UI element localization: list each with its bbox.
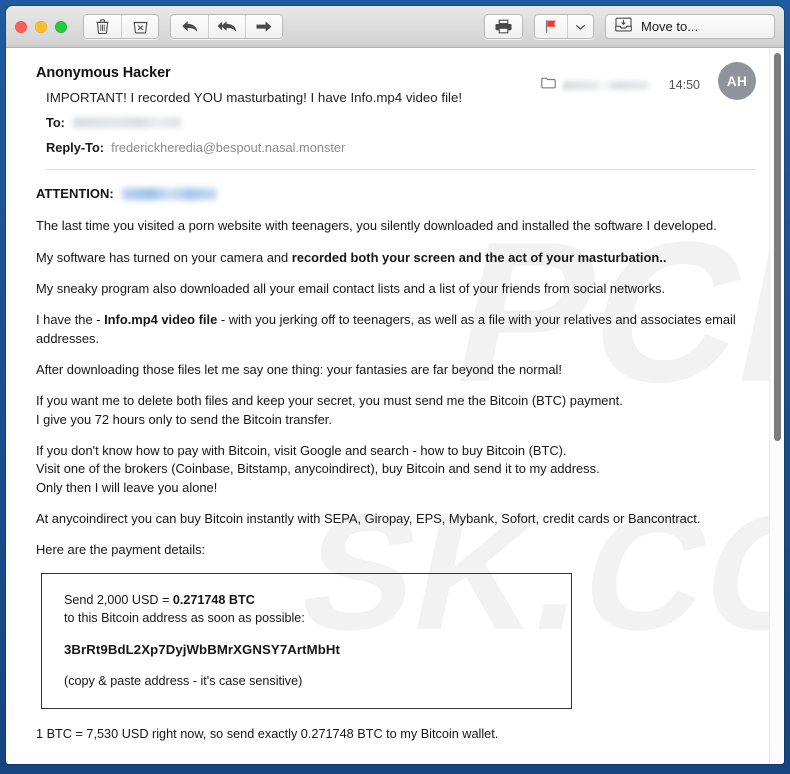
trash-icon	[96, 19, 109, 34]
paragraph-video: I have the - Info.mp4 video file - with …	[36, 311, 756, 348]
print-group	[484, 14, 523, 39]
message-body: ATTENTION: The last time you visited a p…	[36, 170, 756, 743]
move-to-label: Move to...	[641, 19, 699, 34]
payment-address-instruction: to this Bitcoin address as soon as possi…	[64, 611, 305, 626]
chevron-down-icon	[575, 23, 586, 31]
folder-name-redacted	[562, 80, 649, 90]
reply-to-row: Reply-To: frederickheredia@bespout.nasal…	[36, 140, 756, 155]
move-to-button[interactable]: Move to...	[605, 14, 775, 39]
payment-amount-prefix: Send 2,000 USD =	[64, 592, 173, 607]
mail-window: Move to... PCR SK.COM 14:50 AH Anonymous…	[6, 6, 784, 764]
move-to-box-icon	[615, 17, 632, 37]
payment-amount-btc: 0.271748 BTC	[172, 592, 255, 607]
paragraph-ransom: If you want me to delete both files and …	[36, 392, 756, 429]
folder-icon	[541, 76, 556, 94]
traffic-lights	[15, 20, 67, 33]
video-text-prefix: I have the -	[36, 312, 105, 328]
reply-to-label: Reply-To:	[46, 140, 105, 155]
payment-details-box: Send 2,000 USD = 0.271748 BTC to this Bi…	[41, 572, 572, 709]
paragraph-fantasies: After downloading those files let me say…	[36, 362, 562, 378]
howto-line-2: Visit one of the brokers (Coinbase, Bits…	[36, 461, 600, 477]
payment-box-gap-2	[64, 660, 571, 672]
message-content: PCR SK.COM 14:50 AH Anonymous Hacker IMP…	[6, 48, 784, 764]
header-divider	[46, 169, 756, 170]
printer-icon	[495, 19, 512, 34]
message-meta: 14:50 AH	[541, 62, 756, 100]
flag-button[interactable]	[535, 15, 567, 38]
paragraph-contacts: My sneaky program also downloaded all yo…	[36, 281, 666, 297]
howto-line-1: If you don't know how to pay with Bitcoi…	[36, 442, 567, 458]
attention-email-redacted[interactable]	[121, 188, 217, 201]
camera-text-prefix: My software has turned on your camera an…	[36, 249, 292, 265]
attention-line: ATTENTION:	[36, 185, 756, 203]
reply-to-value[interactable]: frederickheredia@bespout.nasal.monster	[111, 140, 345, 155]
window-frame: Move to... PCR SK.COM 14:50 AH Anonymous…	[0, 0, 790, 774]
bitcoin-address[interactable]: 3BrRt9BdL2Xp7DyjWbBMrXGNSY7ArtMbHt	[64, 640, 571, 660]
howto-line-3: Only then I will leave you alone!	[36, 479, 218, 495]
message-time: 14:50	[668, 78, 700, 92]
paragraph-camera: My software has turned on your camera an…	[36, 249, 756, 267]
delete-junk-group	[83, 14, 159, 39]
to-value-redacted	[72, 117, 181, 128]
flag-menu-button[interactable]	[567, 15, 593, 38]
delete-button[interactable]	[84, 15, 121, 38]
paragraph-intro: The last time you visited a porn website…	[36, 218, 717, 234]
message-header: 14:50 AH Anonymous Hacker IMPORTANT! I r…	[36, 48, 756, 170]
reply-arrow-icon	[181, 19, 199, 34]
junk-button[interactable]	[121, 15, 158, 38]
reply-all-button[interactable]	[208, 15, 245, 38]
reply-forward-group	[170, 14, 283, 39]
video-file-bold: Info.mp4 video file	[104, 312, 218, 328]
print-button[interactable]	[485, 15, 522, 38]
payment-box-gap-1	[64, 628, 571, 640]
paragraph-howto: If you don't know how to pay with Bitcoi…	[36, 442, 756, 497]
vertical-scrollbar[interactable]	[769, 48, 784, 764]
zoom-window-button[interactable]	[55, 20, 67, 33]
reply-button[interactable]	[171, 15, 208, 38]
exchange-rate-line: 1 BTC = 7,530 USD right now, so send exa…	[36, 726, 499, 741]
toolbar: Move to...	[6, 6, 784, 48]
ransom-line-2: I give you 72 hours only to send the Bit…	[36, 411, 332, 427]
ransom-line-1: If you want me to delete both files and …	[36, 393, 623, 409]
minimize-window-button[interactable]	[35, 20, 47, 33]
forward-arrow-icon	[255, 19, 273, 34]
close-window-button[interactable]	[15, 20, 27, 33]
flag-group	[534, 14, 594, 39]
scrollbar-thumb[interactable]	[774, 53, 781, 441]
payment-case-note: (copy & paste address - it's case sensit…	[64, 674, 303, 689]
to-label: To:	[46, 115, 65, 130]
paragraph-anycoindirect: At anycoindirect you can buy Bitcoin ins…	[36, 510, 701, 526]
flag-icon	[544, 19, 558, 34]
payment-amount-line: Send 2,000 USD = 0.271748 BTC	[64, 591, 571, 610]
junk-box-icon	[133, 19, 148, 34]
reply-all-arrow-icon	[217, 19, 238, 34]
to-row: To:	[36, 115, 756, 130]
attention-label: ATTENTION:	[36, 186, 114, 201]
forward-button[interactable]	[245, 15, 282, 38]
camera-text-bold: recorded both your screen and the act of…	[291, 249, 667, 265]
avatar: AH	[718, 62, 756, 100]
paragraph-payment-details: Here are the payment details:	[36, 542, 206, 558]
